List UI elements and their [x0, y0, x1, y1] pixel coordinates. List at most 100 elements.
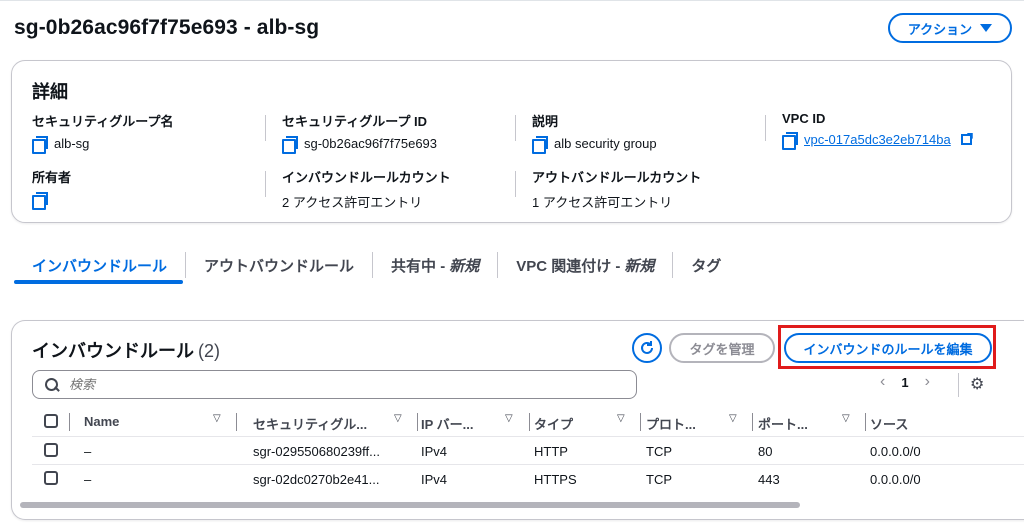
- actions-button[interactable]: アクション: [888, 13, 1012, 43]
- copy-icon[interactable]: [532, 136, 548, 154]
- header-divider: [752, 413, 753, 431]
- cell-name: –: [84, 472, 92, 487]
- rules-title: インバウンドルール (2): [32, 341, 220, 361]
- next-page-icon[interactable]: ›: [925, 373, 930, 391]
- edit-inbound-rules-button[interactable]: インバウンドのルールを編集: [784, 333, 992, 363]
- manage-tags-button[interactable]: タグを管理: [669, 333, 775, 363]
- page-title: sg-0b26ac96f7f75e693 - alb-sg: [14, 16, 320, 39]
- field-description: 説明 alb security group: [532, 111, 657, 154]
- active-tab-indicator: [14, 280, 183, 284]
- field-label: インバウンドルールカウント: [282, 170, 451, 185]
- prev-page-icon[interactable]: ‹: [880, 373, 885, 391]
- details-title: 詳細: [32, 82, 68, 102]
- cell-source: 0.0.0.0/0: [870, 472, 921, 487]
- search-input[interactable]: [69, 377, 609, 392]
- field-value: 2 アクセス許可エントリ: [282, 195, 423, 210]
- copy-icon[interactable]: [32, 136, 48, 154]
- vpc-id-link[interactable]: vpc-017a5dc3e2eb714ba: [804, 132, 951, 147]
- column-divider: [265, 115, 266, 141]
- table-row[interactable]: – sgr-029550680239ff... IPv4 HTTP TCP 80…: [32, 436, 1024, 464]
- field-value: alb security group: [554, 136, 657, 151]
- cell-ip-version: IPv4: [421, 472, 448, 487]
- header-divider: [529, 413, 530, 431]
- pagination: ‹ 1 ›: [880, 373, 930, 391]
- column-divider: [765, 115, 766, 141]
- field-sg-name: セキュリティグループ名 alb-sg: [32, 111, 174, 154]
- field-owner: 所有者: [32, 167, 72, 210]
- field-label: 説明: [532, 114, 559, 129]
- column-divider: [265, 171, 266, 197]
- column-header[interactable]: IP バー...: [421, 414, 474, 433]
- row-checkbox[interactable]: [44, 443, 58, 457]
- page-number[interactable]: 1: [901, 375, 908, 390]
- pager-divider: [958, 373, 959, 397]
- tab-outbound-rules[interactable]: アウトバウンドルール: [186, 246, 372, 284]
- refresh-button[interactable]: [632, 333, 662, 363]
- sort-icon[interactable]: ▽: [505, 413, 513, 424]
- cell-port: 443: [758, 472, 780, 487]
- column-header[interactable]: Name: [84, 414, 119, 429]
- field-label: セキュリティグループ ID: [282, 114, 428, 129]
- sort-icon[interactable]: ▽: [729, 413, 737, 424]
- header-divider: [69, 413, 70, 431]
- copy-icon[interactable]: [32, 192, 48, 210]
- select-all-checkbox[interactable]: [44, 414, 58, 428]
- header-divider: [865, 413, 866, 431]
- header-divider: [640, 413, 641, 431]
- field-label: VPC ID: [782, 111, 826, 126]
- sort-icon[interactable]: ▽: [617, 413, 625, 424]
- row-checkbox[interactable]: [44, 471, 58, 485]
- actions-button-label: アクション: [907, 21, 973, 37]
- sort-icon[interactable]: ▽: [213, 413, 221, 424]
- table-row[interactable]: – sgr-02dc0270b2e41... IPv4 HTTPS TCP 44…: [32, 464, 1024, 492]
- cell-port: 80: [758, 444, 773, 459]
- tab-bar: インバウンドルール アウトバウンドルール 共有中 - 新規 VPC 関連付け -新…: [14, 245, 739, 285]
- horizontal-scrollbar[interactable]: [20, 502, 800, 508]
- column-header[interactable]: セキュリティグル...: [253, 414, 367, 433]
- field-vpc-id: VPC ID vpc-017a5dc3e2eb714ba: [782, 111, 972, 150]
- field-outbound-count: アウトバンドルールカウント 1 アクセス許可エントリ: [532, 167, 701, 211]
- tab-inbound-rules[interactable]: インバウンドルール: [14, 246, 185, 284]
- cell-rule-id[interactable]: sgr-029550680239ff...: [253, 444, 380, 459]
- search-box[interactable]: [32, 370, 637, 399]
- inbound-rules-panel: インバウンドルール(2) タグを管理 インバウンドのルールを編集 ‹ 1 › ⚙…: [11, 320, 1024, 520]
- tab-vpc-associations[interactable]: VPC 関連付け - 新規: [498, 246, 672, 284]
- field-label: アウトバンドルールカウント: [532, 170, 702, 185]
- sort-icon[interactable]: ▽: [842, 413, 850, 424]
- column-divider: [515, 115, 516, 141]
- header-divider: [417, 413, 418, 431]
- search-icon: [45, 377, 59, 392]
- cell-name: –: [84, 444, 92, 459]
- table-header: Name ▽ セキュリティグル... ▽ IP バー... ▽ タイプ ▽ プロ…: [32, 409, 1024, 435]
- header-divider: [236, 413, 237, 431]
- copy-icon[interactable]: [282, 136, 298, 154]
- rules-count: (2): [198, 341, 220, 361]
- details-panel: 詳細 セキュリティグループ名 alb-sg セキュリティグループ ID sg-0…: [11, 60, 1012, 223]
- column-header[interactable]: プロト...: [646, 414, 696, 433]
- column-header[interactable]: タイプ: [534, 414, 573, 433]
- tab-sharing[interactable]: 共有中 - 新規: [373, 246, 497, 284]
- cell-type: HTTP: [534, 444, 568, 459]
- field-label: 所有者: [32, 170, 72, 185]
- column-header[interactable]: ポート...: [758, 414, 808, 433]
- sort-icon[interactable]: ▽: [394, 413, 402, 424]
- cell-ip-version: IPv4: [421, 444, 448, 459]
- top-divider: [0, 0, 1024, 1]
- refresh-icon: [641, 341, 653, 354]
- cell-protocol: TCP: [646, 444, 672, 459]
- gear-icon[interactable]: ⚙: [970, 374, 984, 394]
- cell-source: 0.0.0.0/0: [870, 444, 921, 459]
- field-value: sg-0b26ac96f7f75e693: [304, 136, 438, 151]
- copy-icon[interactable]: [782, 132, 798, 150]
- cell-type: HTTPS: [534, 472, 577, 487]
- field-label: セキュリティグループ名: [32, 114, 174, 129]
- cell-rule-id[interactable]: sgr-02dc0270b2e41...: [253, 472, 379, 487]
- field-inbound-count: インバウンドルールカウント 2 アクセス許可エントリ: [282, 167, 451, 211]
- field-value: 1 アクセス許可エントリ: [532, 195, 673, 210]
- column-header[interactable]: ソース: [870, 414, 908, 433]
- tab-tags[interactable]: タグ: [673, 246, 739, 284]
- field-sg-id: セキュリティグループ ID sg-0b26ac96f7f75e693: [282, 111, 438, 154]
- cell-protocol: TCP: [646, 472, 672, 487]
- external-link-icon: [960, 134, 972, 145]
- caret-down-icon: [980, 24, 993, 32]
